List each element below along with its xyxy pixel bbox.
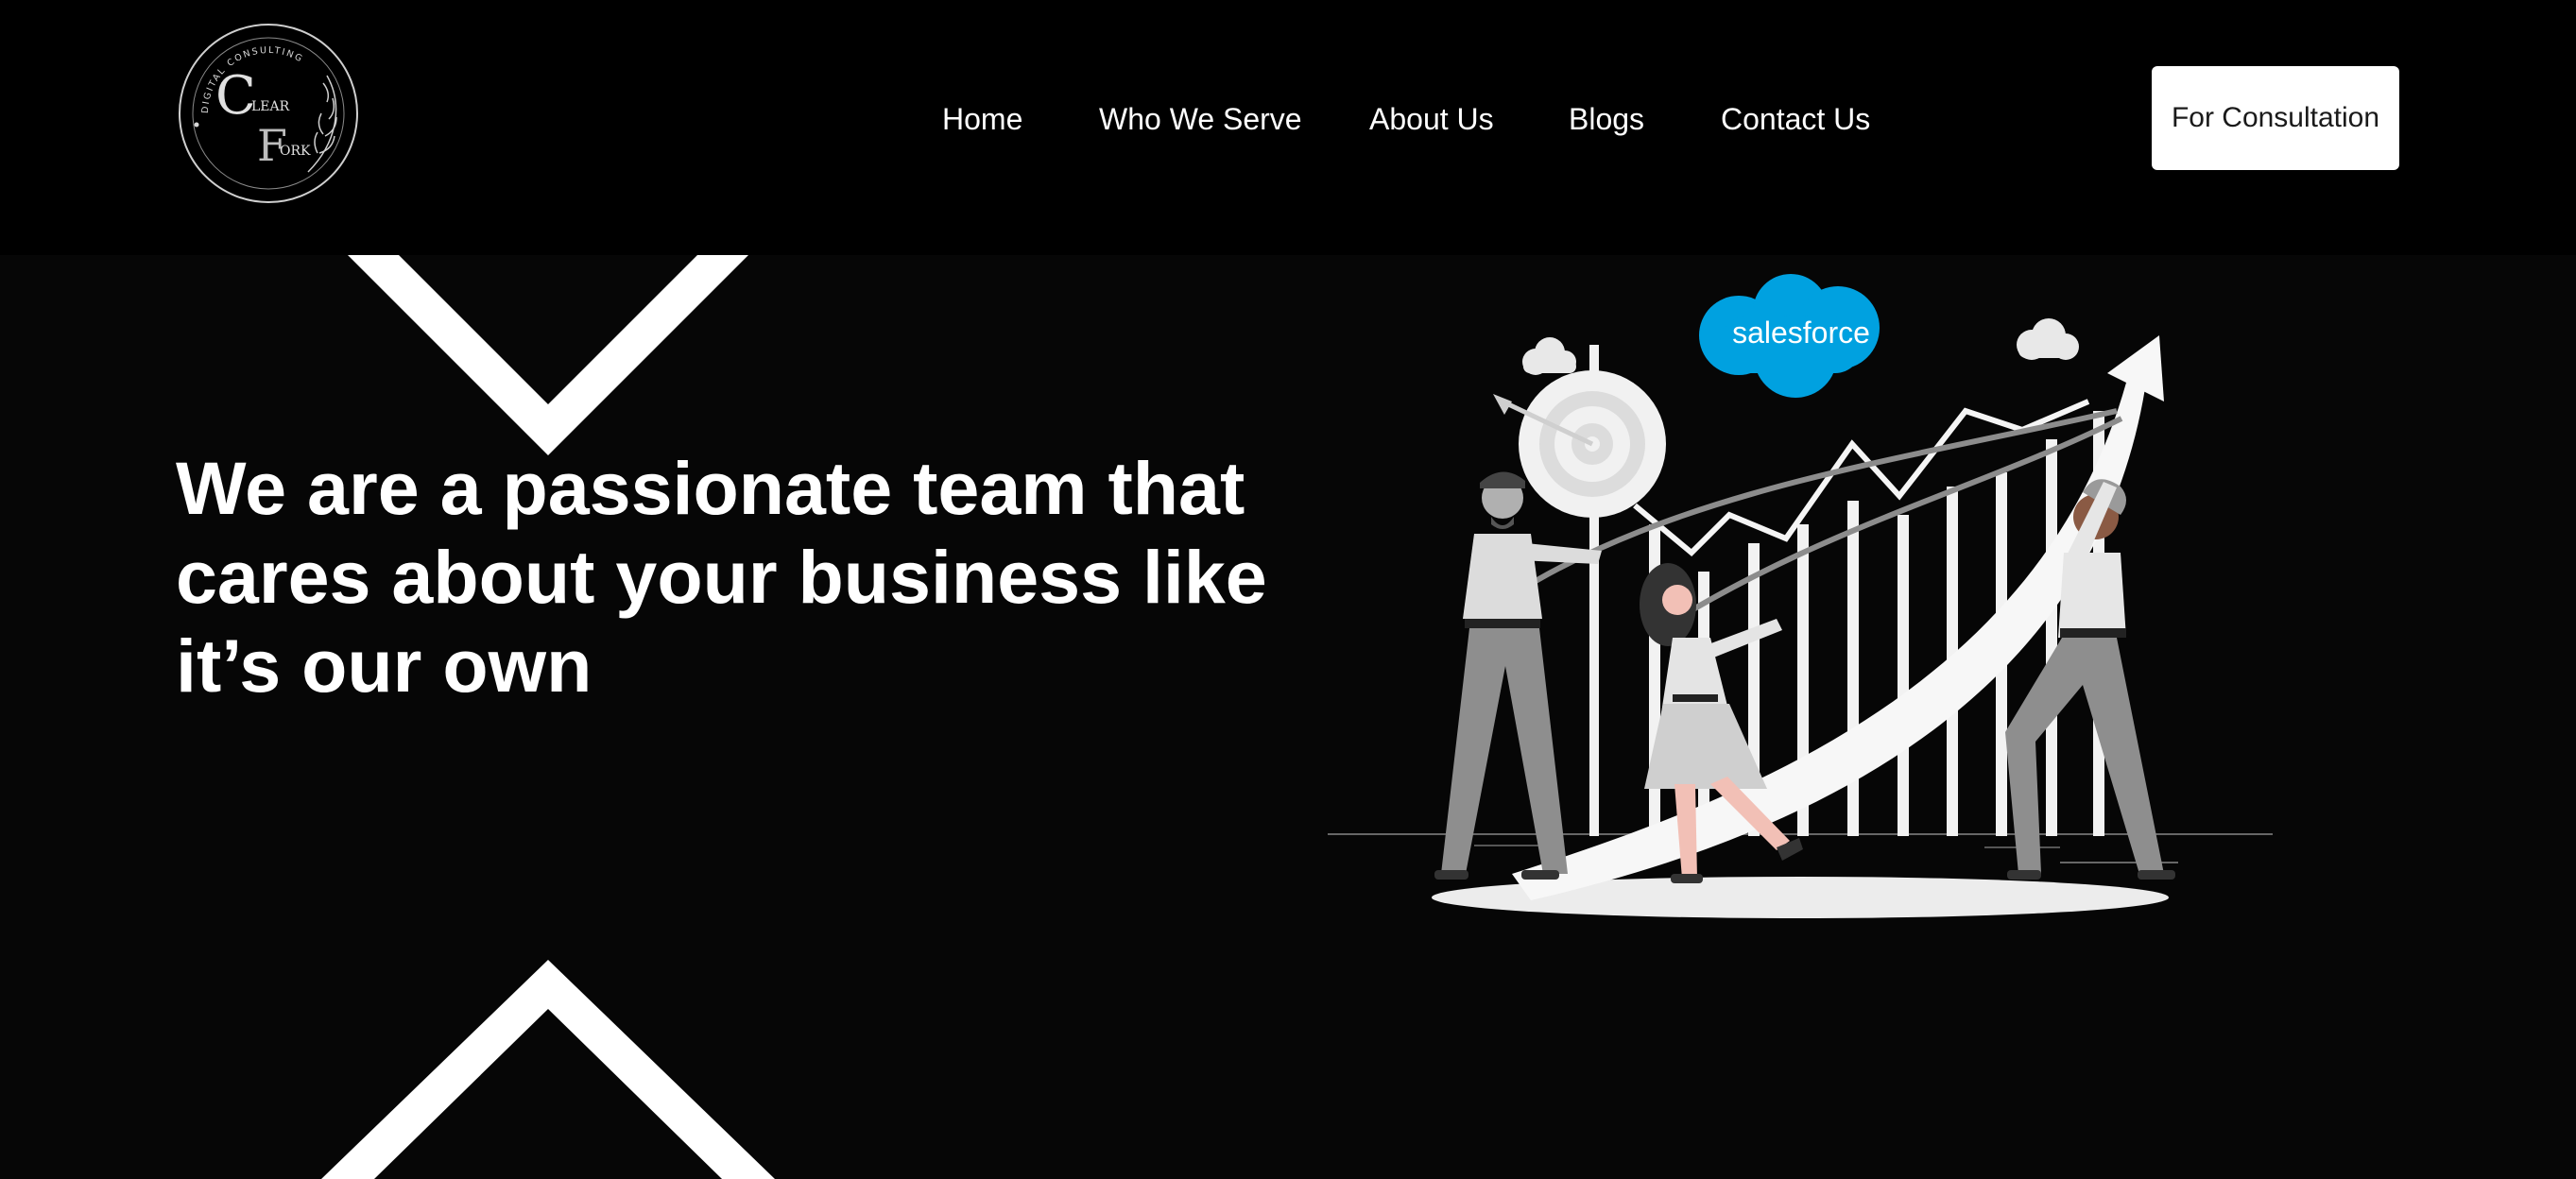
chevron-down-shape: [348, 255, 748, 455]
cloud-icon: [1522, 337, 1576, 375]
logo-emblem-icon: DIGITAL CONSULTING C LEAR F ORK: [179, 24, 358, 203]
person-figure-right: [2005, 479, 2175, 880]
team-growth-illustration: salesforce: [1323, 269, 2287, 931]
salesforce-cloud-icon: salesforce: [1699, 274, 1880, 398]
nav-contact-us[interactable]: Contact Us: [1721, 91, 1870, 147]
headline-line-1: We are a passionate team that: [176, 446, 1245, 530]
headline-line-3: it’s our own: [176, 624, 592, 708]
hero-headline: We are a passionate team that cares abou…: [176, 444, 1291, 710]
site-header: DIGITAL CONSULTING C LEAR F ORK Home Who…: [0, 0, 2576, 255]
nav-blogs[interactable]: Blogs: [1569, 91, 1644, 147]
cloud-icon: [2017, 318, 2079, 360]
nav-who-we-serve[interactable]: Who We Serve: [1099, 91, 1302, 147]
nav-home[interactable]: Home: [942, 91, 1022, 147]
chevron-up-shape: [321, 960, 775, 1179]
logo-word-ork: ORK: [280, 144, 311, 159]
salesforce-text: salesforce: [1732, 316, 1870, 350]
nav-about-us[interactable]: About Us: [1369, 91, 1494, 147]
headline-line-2: cares about your business like: [176, 535, 1267, 619]
clear-fork-logo[interactable]: DIGITAL CONSULTING C LEAR F ORK: [176, 21, 361, 206]
logo-letter-c: C: [215, 65, 256, 127]
person-figure-left: [1434, 471, 1602, 880]
logo-word-lear: LEAR: [251, 99, 290, 114]
for-consultation-button[interactable]: For Consultation: [2152, 66, 2399, 170]
